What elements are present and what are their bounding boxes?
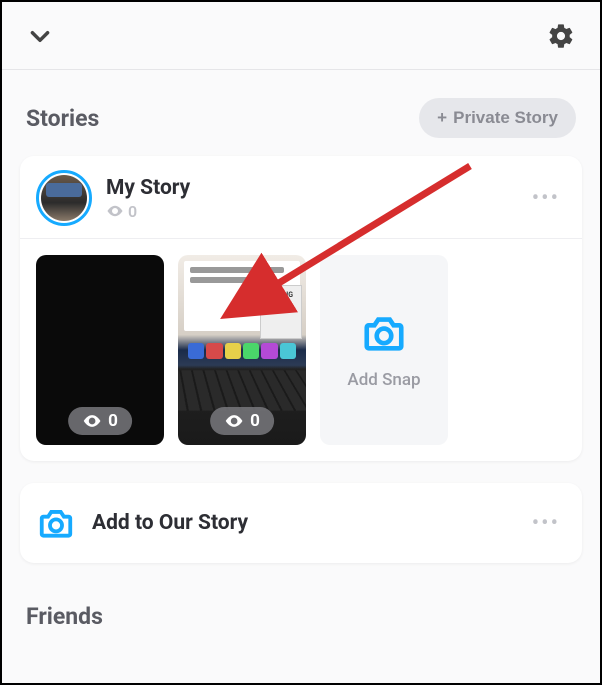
my-story-card: My Story 0 ••• 0 CHANGFONT 0 [20,156,582,461]
chevron-down-icon[interactable] [26,22,54,50]
stories-section-header: Stories + Private Story [2,70,600,156]
eye-icon [224,411,244,431]
my-story-view-count: 0 [128,202,137,221]
snap-view-badge: 0 [68,407,132,435]
more-icon[interactable]: ••• [526,186,566,211]
plus-icon: + [437,108,447,128]
snaps-row: 0 CHANGFONT 0 Add Snap [20,239,582,461]
camera-icon [361,310,407,356]
snap-thumbnail[interactable]: CHANGFONT 0 [178,255,306,445]
eye-icon [82,411,102,431]
camera-icon [36,503,76,543]
stories-title: Stories [26,105,99,132]
gear-icon[interactable] [546,21,576,51]
add-to-our-story-row[interactable]: Add to Our Story ••• [20,483,582,563]
add-snap-label: Add Snap [347,370,420,390]
my-story-header[interactable]: My Story 0 ••• [20,156,582,239]
snap-thumbnail[interactable]: 0 [36,255,164,445]
story-meta: My Story 0 [106,176,526,221]
story-avatar [36,170,92,226]
more-icon[interactable]: ••• [526,511,566,536]
snap-view-badge: 0 [210,407,274,435]
eye-icon [106,202,124,220]
my-story-title: My Story [106,176,526,200]
my-story-views: 0 [106,202,526,221]
snap-view-count: 0 [250,411,260,431]
private-story-button[interactable]: + Private Story [419,98,576,138]
friends-title: Friends [2,585,600,630]
add-snap-button[interactable]: Add Snap [320,255,448,445]
our-story-label: Add to Our Story [92,511,526,535]
our-story-card: Add to Our Story ••• [20,483,582,563]
private-story-label: Private Story [453,108,558,128]
top-bar [2,2,600,70]
snap-view-count: 0 [108,411,118,431]
